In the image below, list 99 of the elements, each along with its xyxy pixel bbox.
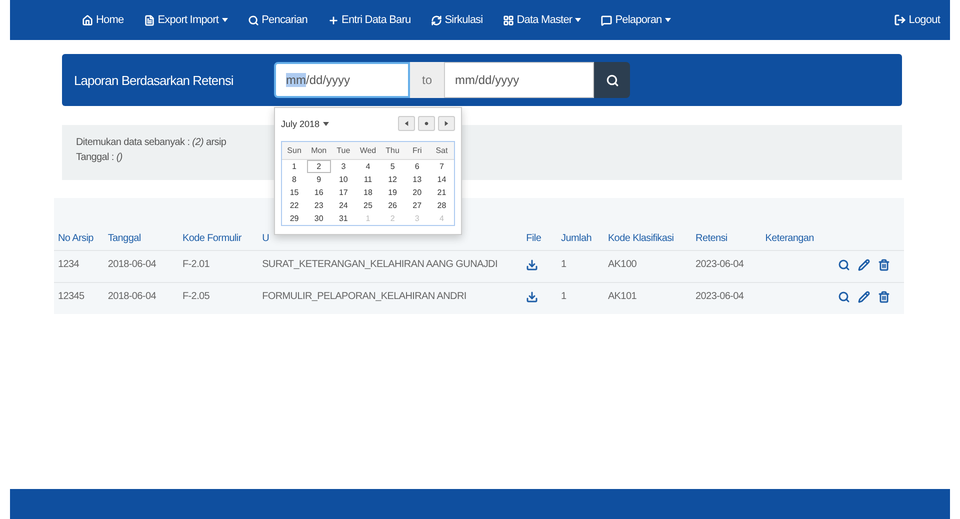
calendar-day[interactable]: 6: [404, 160, 430, 173]
weekday-label: Wed: [356, 142, 380, 160]
calendar-day[interactable]: 22: [282, 199, 307, 212]
table-cell: 1234: [54, 250, 104, 282]
search-icon: [606, 74, 619, 86]
column-header: File: [526, 233, 542, 244]
table-cell: 2018-06-04: [104, 250, 178, 282]
calendar-day[interactable]: 12: [380, 173, 405, 186]
weekday-label: Tue: [331, 142, 356, 160]
document-icon: [144, 14, 155, 26]
calendar-day[interactable]: 17: [331, 186, 356, 199]
calendar-day[interactable]: 21: [429, 186, 454, 199]
logout-link[interactable]: Logout: [894, 14, 940, 26]
calendar-day[interactable]: 8: [282, 173, 307, 186]
search-button[interactable]: [594, 62, 630, 98]
previous-button[interactable]: [398, 116, 415, 131]
calendar-day[interactable]: 3: [331, 160, 356, 173]
refresh-icon: [430, 14, 442, 26]
report-title: Laporan Berdasarkan Retensi: [74, 72, 234, 88]
weekday-label: Sat: [429, 142, 454, 160]
calendar-day[interactable]: 29: [282, 212, 307, 225]
calendar-day[interactable]: 23: [306, 199, 332, 212]
calendar-day[interactable]: 24: [331, 199, 356, 212]
table-cell: 1: [557, 250, 604, 282]
calendar-day[interactable]: 18: [356, 186, 380, 199]
column-header: Jumlah: [561, 233, 592, 244]
weekday-label: Mon: [306, 142, 332, 160]
table-cell: 2018-06-04: [104, 282, 178, 314]
download-icon[interactable]: [526, 291, 538, 303]
nav-item[interactable]: Pencarian: [248, 14, 308, 26]
trash-icon[interactable]: [878, 291, 890, 303]
logout-icon: [894, 14, 906, 26]
column-header: No Arsip: [58, 233, 94, 244]
column-header: Retensi: [696, 233, 728, 244]
home-icon: [82, 14, 93, 26]
table-cell: 1: [557, 282, 604, 314]
calendar-day[interactable]: 31: [331, 212, 356, 225]
nav-item[interactable]: Export Import: [144, 14, 228, 26]
column-header: Kode Formulir: [182, 233, 242, 244]
table-cell: 2023-06-04: [692, 282, 762, 314]
calendar-day[interactable]: 11: [356, 173, 380, 186]
search-icon[interactable]: [838, 259, 850, 271]
weekday-label: Fri: [404, 142, 430, 160]
weekday-label: Thu: [380, 142, 405, 160]
calendar-day[interactable]: 27: [404, 199, 430, 212]
plus-icon: [328, 14, 339, 26]
date-field[interactable]: mm/dd/yyyy: [274, 62, 410, 98]
column-header: Kode Klasifikasi: [608, 233, 674, 244]
calendar-day[interactable]: 25: [356, 199, 380, 212]
calendar-day[interactable]: 4: [356, 160, 380, 173]
range-separator: to: [410, 62, 444, 98]
date-field[interactable]: mm/dd/yyyy: [444, 62, 594, 98]
calendar-day[interactable]: 13: [404, 173, 430, 186]
left-arrow-icon: [404, 121, 409, 126]
nav-item[interactable]: Home: [82, 14, 124, 26]
calendar-day[interactable]: 9: [306, 173, 332, 186]
calendar-day[interactable]: 10: [331, 173, 356, 186]
table-cell: 2023-06-04: [692, 250, 762, 282]
pencil-icon[interactable]: [858, 259, 870, 271]
calendar-day[interactable]: 2: [306, 160, 332, 173]
pencil-icon[interactable]: [858, 291, 870, 303]
table-cell: F-2.01: [178, 250, 258, 282]
calendar-day[interactable]: 20: [404, 186, 430, 199]
speech-bubble-icon: [601, 14, 612, 26]
table-cell: F-2.05: [178, 282, 258, 314]
column-header: Keterangan: [765, 233, 814, 244]
weekday-label: Sun: [282, 142, 307, 160]
nav-item[interactable]: Entri Data Baru: [328, 14, 411, 26]
right-arrow-icon: [444, 121, 449, 126]
nav-item[interactable]: Pelaporan: [601, 14, 671, 26]
column-header: U: [262, 233, 269, 244]
calendar-day[interactable]: 15: [282, 186, 307, 199]
table-cell: FORMULIR_PELAPORAN_KELAHIRAN ANDRI: [258, 282, 522, 314]
table-cell: AK101: [604, 282, 692, 314]
next-button[interactable]: [438, 116, 455, 131]
grid-icon: [502, 14, 514, 26]
calendar-day[interactable]: 16: [306, 186, 332, 199]
calendar-day[interactable]: 7: [429, 160, 454, 173]
month-selector[interactable]: July 2018: [281, 118, 329, 128]
calendar-day[interactable]: 5: [380, 160, 405, 173]
nav-item[interactable]: Data Master: [502, 14, 582, 26]
column-header: Tanggal: [108, 233, 141, 244]
calendar-day[interactable]: 30: [306, 212, 332, 225]
search-icon: [248, 14, 259, 26]
calendar-day[interactable]: 28: [429, 199, 454, 212]
table-cell: SURAT_KETERANGAN_KELAHIRAN AANG GUNAJDI: [258, 250, 522, 282]
calendar-day[interactable]: 26: [380, 199, 405, 212]
calendar-day[interactable]: 14: [429, 173, 454, 186]
calendar-day[interactable]: 19: [380, 186, 405, 199]
calendar-day[interactable]: 1: [282, 160, 307, 173]
result-count: Ditemukan data sebanyak : (2) arsip: [76, 137, 228, 148]
download-icon[interactable]: [526, 259, 538, 271]
today-button[interactable]: [418, 116, 435, 131]
date-label: Tanggal : (): [76, 152, 124, 163]
search-icon[interactable]: [838, 291, 850, 303]
nav-item[interactable]: Sirkulasi: [430, 14, 483, 26]
table-cell: AK100: [604, 250, 692, 282]
table-cell: 12345: [54, 282, 104, 314]
trash-icon[interactable]: [878, 259, 890, 271]
